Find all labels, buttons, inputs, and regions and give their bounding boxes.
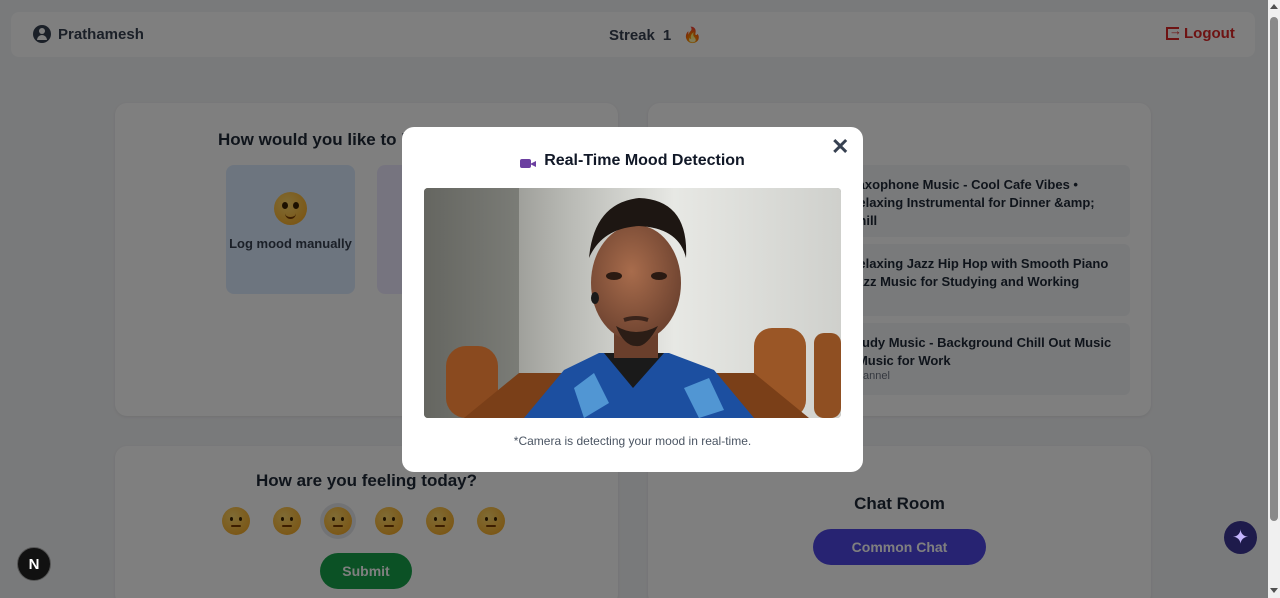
camera-caption: *Camera is detecting your mood in real-t… bbox=[513, 434, 752, 448]
scroll-up-arrow-icon[interactable] bbox=[1270, 4, 1278, 9]
modal-header: Real-Time Mood Detection bbox=[402, 152, 863, 170]
video-camera-icon bbox=[520, 154, 537, 168]
camera-feed bbox=[424, 188, 841, 418]
scrollbar-thumb[interactable] bbox=[1270, 17, 1278, 521]
camera-feed-image bbox=[424, 188, 841, 418]
page: Prathamesh Streak 1 🔥 Logout How would y… bbox=[0, 0, 1268, 598]
next-dev-badge[interactable]: N bbox=[17, 547, 51, 581]
scroll-down-arrow-icon[interactable] bbox=[1270, 588, 1278, 593]
modal-title: Real-Time Mood Detection bbox=[544, 152, 745, 169]
mood-detection-modal: Real-Time Mood Detection ✕ *Camera is de… bbox=[402, 127, 863, 472]
sparkle-icon[interactable]: ✦ bbox=[1224, 521, 1257, 554]
vertical-scrollbar[interactable] bbox=[1268, 0, 1280, 598]
close-icon[interactable]: ✕ bbox=[831, 134, 849, 160]
